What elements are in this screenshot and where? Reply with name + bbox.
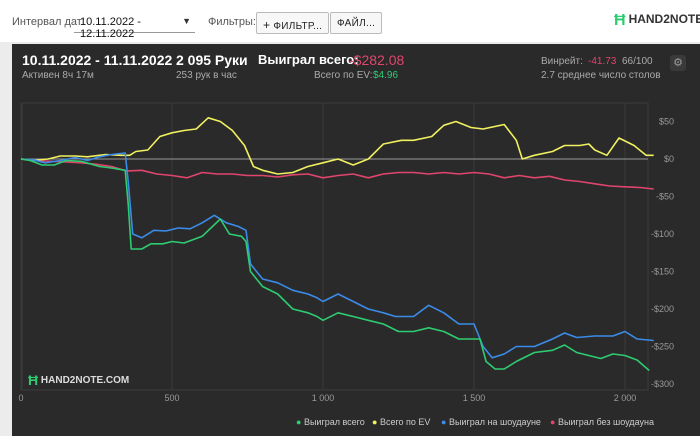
series-line-3 xyxy=(20,158,654,190)
h-logo-icon: Ħ xyxy=(28,372,39,388)
plot-area xyxy=(21,102,649,391)
legend-dot: ● xyxy=(441,417,447,427)
y-tick-label: -$100 xyxy=(651,229,674,239)
legend-nonshowdown[interactable]: ● Выиграл без шоудауна xyxy=(550,417,654,427)
x-tick-label: 1 000 xyxy=(312,393,335,403)
legend-dot: ● xyxy=(550,417,556,427)
y-tick-label: -$200 xyxy=(651,304,674,314)
x-tick-label: 0 xyxy=(18,393,23,403)
y-tick-label: $0 xyxy=(664,154,674,164)
x-tick-label: 2 000 xyxy=(614,393,637,403)
y-tick-label: -$50 xyxy=(656,192,674,202)
legend-won[interactable]: ● Выиграл всего xyxy=(296,417,365,427)
y-tick-label: -$300 xyxy=(651,379,674,389)
y-tick-label: $50 xyxy=(659,117,674,127)
bankroll-chart: 0 500 1 000 1 500 2 000 $50 $0 -$50 -$100 -$150 -$… xyxy=(18,102,674,403)
series-line-1 xyxy=(20,117,654,175)
legend-dot: ● xyxy=(296,417,302,427)
x-tick-label: 500 xyxy=(164,393,179,403)
legend-dot: ● xyxy=(372,417,378,427)
y-tick-label: -$150 xyxy=(651,267,674,277)
watermark: Ħ HAND2NOTE.COM xyxy=(28,372,130,388)
y-tick-label: -$250 xyxy=(651,342,674,352)
legend-showdown[interactable]: ● Выиграл на шоудауне xyxy=(441,417,541,427)
series-line-0 xyxy=(20,158,650,372)
x-tick-label: 1 500 xyxy=(463,393,486,403)
legend-ev[interactable]: ● Всего по EV xyxy=(372,417,430,427)
series-line-2 xyxy=(20,152,654,359)
